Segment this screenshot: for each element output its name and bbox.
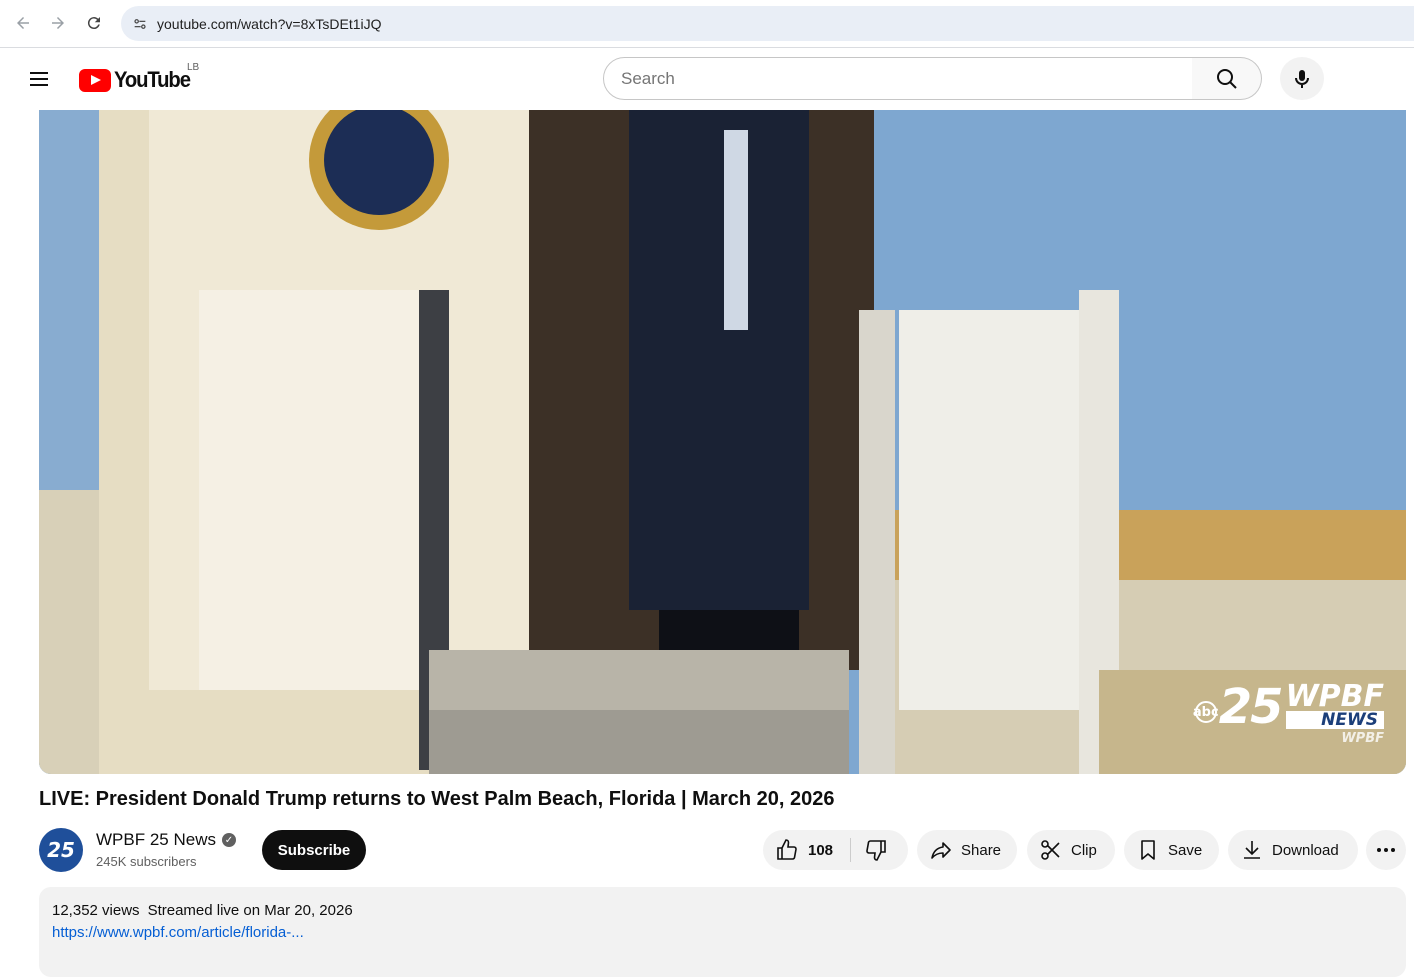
share-icon — [931, 842, 951, 859]
more-horizontal-icon — [1377, 848, 1395, 852]
subscribe-button[interactable]: Subscribe — [262, 830, 366, 870]
forward-arrow-icon — [52, 17, 64, 29]
subscriber-count: 245K subscribers — [96, 854, 197, 869]
save-label: Save — [1168, 841, 1203, 859]
description-link[interactable]: https://www.wpbf.com/article/florida-... — [52, 924, 1393, 941]
back-button[interactable] — [8, 8, 38, 38]
channel-number: 25 — [1218, 679, 1284, 735]
thumbs-up-icon — [777, 839, 797, 860]
channel-name: WPBF 25 News — [96, 830, 216, 849]
address-bar[interactable]: youtube.com/watch?v=8xTsDEt1iJQ — [121, 6, 1414, 41]
youtube-play-icon — [79, 68, 111, 92]
url-text: youtube.com/watch?v=8xTsDEt1iJQ — [157, 15, 382, 32]
site-settings-icon[interactable] — [127, 11, 153, 37]
reload-icon — [87, 17, 100, 30]
news-label: NEWS — [1285, 711, 1384, 729]
share-label: Share — [961, 841, 1002, 859]
search-icon — [1216, 68, 1237, 89]
description-box[interactable]: 12,352 views Streamed live on Mar 20, 202… — [39, 887, 1406, 977]
station-name: WPBF — [1285, 679, 1384, 714]
station-sub-label: WPBF — [1341, 731, 1384, 746]
video-frame — [39, 110, 1406, 774]
channel-name-link[interactable]: WPBF 25 News ✓ — [96, 830, 236, 850]
guide-menu-button[interactable] — [24, 64, 54, 94]
channel-avatar[interactable]: 25 — [39, 828, 83, 872]
reload-button[interactable] — [79, 8, 109, 38]
region-code: LB — [187, 62, 200, 73]
share-button[interactable]: Share — [917, 830, 1017, 870]
more-actions-button[interactable] — [1366, 830, 1406, 870]
station-watermark: abc 25 WPBF NEWS WPBF — [1193, 679, 1384, 746]
hamburger-icon — [30, 72, 48, 86]
search-box[interactable] — [603, 57, 1193, 100]
forward-button[interactable] — [43, 8, 73, 38]
browser-toolbar: youtube.com/watch?v=8xTsDEt1iJQ — [0, 0, 1414, 48]
video-title: LIVE: President Donald Trump returns to … — [39, 788, 835, 810]
bookmark-icon — [1141, 840, 1155, 860]
thumbs-down-icon — [866, 840, 886, 861]
download-icon — [1244, 841, 1260, 859]
description-meta: 12,352 views Streamed live on Mar 20, 202… — [52, 902, 1393, 919]
like-dislike-group: 108 — [763, 830, 908, 870]
search-input[interactable] — [621, 68, 1192, 89]
logo-text: YouTube — [114, 67, 191, 92]
abc-network-logo: abc — [1193, 701, 1219, 723]
clip-label: Clip — [1071, 841, 1097, 859]
view-count: 12,352 views — [52, 902, 140, 919]
download-button[interactable]: Download — [1228, 830, 1358, 870]
stream-date: Streamed live on Mar 20, 2026 — [147, 902, 353, 919]
verified-check-icon: ✓ — [221, 833, 236, 847]
avatar-text: 25 — [47, 838, 75, 862]
like-count: 108 — [808, 841, 834, 859]
clip-button[interactable]: Clip — [1027, 830, 1115, 870]
save-button[interactable]: Save — [1124, 830, 1219, 870]
masthead: YouTube LB — [0, 48, 1414, 110]
microphone-icon — [1295, 69, 1309, 88]
dislike-button[interactable] — [851, 830, 888, 870]
search-button[interactable] — [1192, 57, 1262, 100]
back-arrow-icon — [17, 17, 29, 29]
like-button[interactable]: 108 — [763, 830, 833, 870]
download-label: Download — [1272, 841, 1339, 859]
video-player[interactable]: abc 25 WPBF NEWS WPBF — [39, 110, 1406, 774]
youtube-logo[interactable]: YouTube — [79, 67, 196, 93]
voice-search-button[interactable] — [1280, 57, 1324, 100]
scissors-icon — [1041, 840, 1060, 860]
